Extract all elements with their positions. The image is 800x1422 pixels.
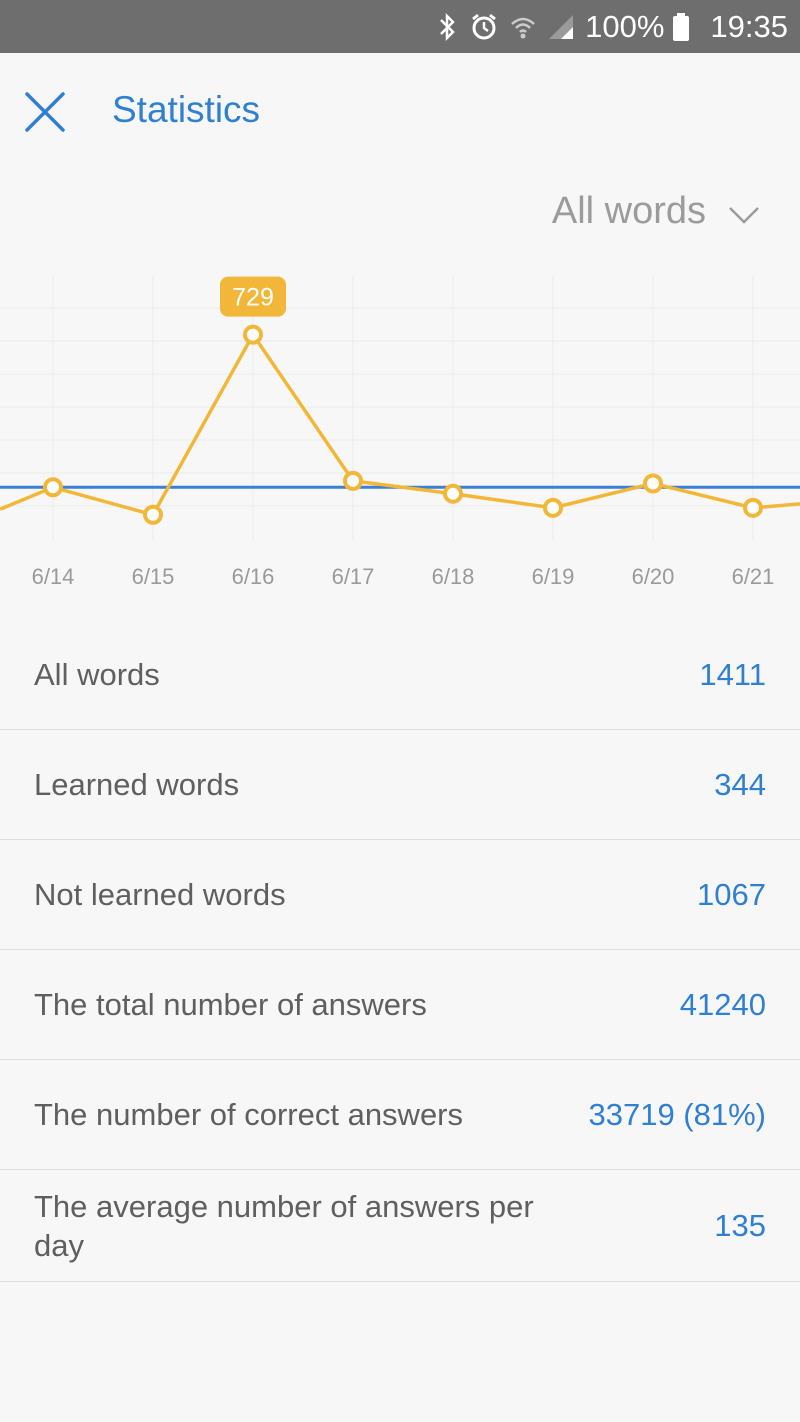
- value-tooltip-label: 729: [232, 284, 274, 312]
- daily-answers-chart: 729 6/14 6/15 6/16 6/17 6/18 6/19 6/20 6/21: [0, 275, 800, 589]
- x-tick-label: 6/16: [232, 564, 275, 589]
- stat-value: 33719 (81%): [588, 1096, 766, 1132]
- alarm-icon: [469, 12, 499, 42]
- x-tick-label: 6/21: [732, 564, 775, 589]
- data-point-6-21: [743, 497, 763, 518]
- close-button[interactable]: [22, 89, 68, 135]
- chevron-down-icon: [728, 192, 760, 235]
- word-filter-selected: All words: [551, 190, 706, 232]
- page-title: Statistics: [112, 89, 261, 130]
- x-tick-label: 6/20: [632, 564, 675, 589]
- stats-list: All words 1411 Learned words 344 Not lea…: [0, 620, 800, 1282]
- stat-value: 1067: [697, 876, 766, 912]
- x-tick-label: 6/14: [32, 564, 75, 589]
- data-point-6-17: [343, 470, 363, 491]
- stat-row-not-learned-words: Not learned words 1067: [0, 840, 800, 950]
- wifi-icon: [509, 13, 537, 41]
- app-header: Statistics: [0, 53, 800, 168]
- stat-value: 344: [714, 766, 766, 802]
- x-tick-label: 6/17: [332, 564, 375, 589]
- data-point-6-16: [243, 324, 263, 345]
- data-point-6-14: [43, 477, 63, 498]
- stat-label: The total number of answers: [34, 987, 427, 1022]
- status-bar: 100% 19:35: [0, 0, 800, 53]
- battery-icon: [672, 12, 690, 42]
- bluetooth-icon: [435, 12, 459, 42]
- stat-label: Not learned words: [34, 877, 286, 912]
- data-point-6-20: [643, 473, 663, 494]
- stat-label: Learned words: [34, 767, 240, 802]
- data-point-6-15: [143, 504, 163, 525]
- stat-row-all-words: All words 1411: [0, 620, 800, 730]
- x-tick-label: 6/15: [132, 564, 175, 589]
- stat-row-average-answers: The average number of answers per day 13…: [0, 1170, 800, 1282]
- close-icon: [25, 92, 65, 132]
- stat-label: The average number of answers per day: [34, 1188, 534, 1263]
- stat-row-total-answers: The total number of answers 41240: [0, 950, 800, 1060]
- stat-label: The number of correct answers: [34, 1097, 464, 1132]
- stat-row-learned-words: Learned words 344: [0, 730, 800, 840]
- stat-label: All words: [34, 657, 160, 692]
- stat-value: 1411: [699, 656, 766, 692]
- data-point-6-18: [443, 483, 463, 504]
- data-point-6-19: [543, 497, 563, 518]
- stat-value: 135: [714, 1207, 766, 1243]
- battery-percentage: 100%: [585, 8, 665, 44]
- word-filter-dropdown[interactable]: All words: [552, 188, 760, 235]
- signal-icon: [547, 13, 575, 41]
- x-tick-label: 6/18: [432, 564, 475, 589]
- clock: 19:35: [710, 8, 788, 44]
- stat-value: 41240: [679, 986, 766, 1022]
- stat-row-correct-answers: The number of correct answers 33719 (81%…: [0, 1060, 800, 1170]
- x-tick-label: 6/19: [532, 564, 575, 589]
